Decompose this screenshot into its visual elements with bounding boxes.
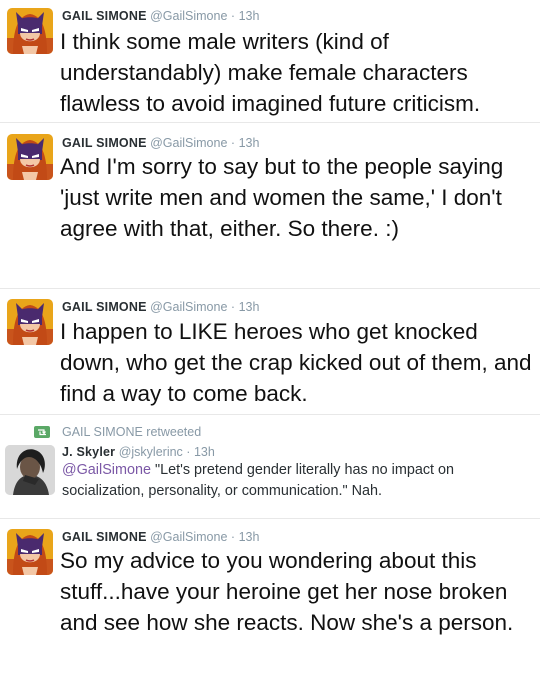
separator-dot: ·: [230, 300, 236, 314]
author-handle[interactable]: @GailSimone: [150, 530, 227, 544]
separator-dot: ·: [230, 530, 236, 544]
tweet-timestamp[interactable]: 13h: [194, 445, 215, 459]
tweet-header: GAIL SIMONE @GailSimone · 13h: [62, 136, 259, 150]
tweet-timestamp[interactable]: 13h: [239, 136, 260, 150]
tweet[interactable]: GAIL SIMONE @GailSimone · 13h I happen t…: [0, 289, 540, 415]
batgirl-avatar-icon[interactable]: [7, 134, 53, 180]
separator-dot: ·: [230, 9, 236, 23]
tweet-text: @GailSimone "Let's pretend gender litera…: [62, 460, 532, 502]
author-handle[interactable]: @GailSimone: [150, 300, 227, 314]
tweet-text: I happen to LIKE heroes who get knocked …: [60, 319, 532, 406]
user-avatar-icon[interactable]: [5, 445, 55, 495]
author-name[interactable]: GAIL SIMONE: [62, 136, 147, 150]
tweet-timestamp[interactable]: 13h: [239, 9, 260, 23]
tweet-timestamp[interactable]: 13h: [239, 530, 260, 544]
separator-dot: ·: [230, 136, 236, 150]
tweet-timestamp[interactable]: 13h: [239, 300, 260, 314]
tweet-text: And I'm sorry to say but to the people s…: [60, 154, 504, 241]
tweet-header: GAIL SIMONE @GailSimone · 13h: [62, 300, 259, 314]
tweet[interactable]: GAIL SIMONE @GailSimone · 13h So my advi…: [0, 519, 540, 676]
tweet-header: GAIL SIMONE @GailSimone · 13h: [62, 530, 259, 544]
mention-link[interactable]: @GailSimone: [62, 462, 151, 478]
batgirl-avatar-icon[interactable]: [7, 8, 53, 54]
retweet[interactable]: GAIL SIMONE retweeted J. Skyler @jskyler…: [0, 415, 540, 519]
tweet-text: I think some male writers (kind of under…: [60, 29, 481, 116]
author-name[interactable]: GAIL SIMONE: [62, 530, 147, 544]
tweet[interactable]: GAIL SIMONE @GailSimone · 13h And I'm so…: [0, 123, 540, 289]
author-name[interactable]: GAIL SIMONE: [62, 300, 147, 314]
tweet-text: So my advice to you wondering about this…: [60, 548, 514, 635]
author-handle[interactable]: @GailSimone: [150, 9, 227, 23]
tweet-header: J. Skyler @jskylerinc · 13h: [62, 445, 215, 459]
tweet-header: GAIL SIMONE @GailSimone · 13h: [62, 9, 259, 23]
tweet[interactable]: GAIL SIMONE @GailSimone · 13h I think so…: [0, 0, 540, 123]
author-name[interactable]: GAIL SIMONE: [62, 9, 147, 23]
author-handle[interactable]: @GailSimone: [150, 136, 227, 150]
batgirl-avatar-icon[interactable]: [7, 529, 53, 575]
retweeted-by-label[interactable]: GAIL SIMONE retweeted: [62, 425, 201, 439]
separator-dot: ·: [186, 445, 191, 459]
batgirl-avatar-icon[interactable]: [7, 299, 53, 345]
author-handle[interactable]: @jskylerinc: [119, 445, 183, 459]
retweet-icon: [34, 426, 50, 438]
author-name[interactable]: J. Skyler: [62, 445, 115, 459]
